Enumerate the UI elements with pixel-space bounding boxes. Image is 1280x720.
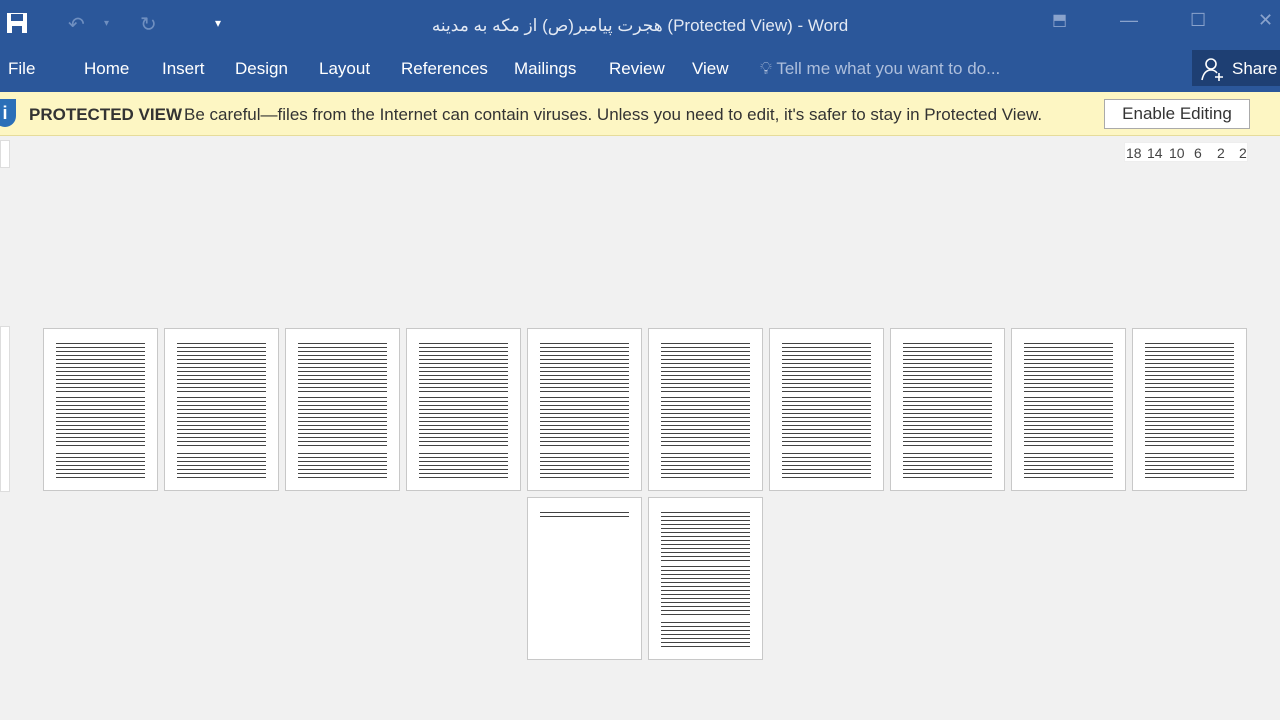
ribbon-display-icon[interactable]: ⬒ <box>1052 10 1067 30</box>
page-text <box>661 453 750 481</box>
page-text <box>419 453 508 481</box>
page-text <box>903 397 992 447</box>
page-text <box>56 343 145 393</box>
page-text <box>1145 343 1234 393</box>
protected-view-title: PROTECTED VIEW <box>29 105 183 124</box>
tab-layout[interactable]: Layout <box>319 59 370 79</box>
page-text <box>661 343 750 393</box>
close-button[interactable]: ✕ <box>1258 10 1273 31</box>
tab-home[interactable]: Home <box>84 59 129 79</box>
maximize-button[interactable]: ☐ <box>1190 10 1206 31</box>
tab-mailings[interactable]: Mailings <box>514 59 576 79</box>
tell-me-input[interactable]: 💡︎ Tell me what you want to do... <box>760 59 1000 79</box>
page-text <box>298 343 387 393</box>
page-thumbnail[interactable] <box>285 328 400 491</box>
horizontal-ruler[interactable]: 18 14 10 6 2 2 <box>1124 142 1248 162</box>
lightbulb-icon: 💡︎ <box>760 59 772 78</box>
page-text <box>782 343 871 393</box>
page-thumbnail[interactable] <box>1011 328 1126 491</box>
page-text <box>419 343 508 393</box>
page-text <box>56 453 145 481</box>
page-thumbnail[interactable] <box>527 497 642 660</box>
page-text <box>298 397 387 447</box>
page-text <box>540 512 629 518</box>
shield-info-icon: i <box>0 99 16 127</box>
page-thumbnail[interactable] <box>769 328 884 491</box>
page-text <box>1024 453 1113 481</box>
page-text <box>540 453 629 481</box>
page-text <box>903 453 992 481</box>
page-text <box>177 343 266 393</box>
window-title: هجرت پیامبر(ص) از مکه به مدینه (Protecte… <box>431 16 849 35</box>
protected-view-bar: i PROTECTED VIEW Be careful—files from t… <box>0 92 1280 136</box>
page-thumbnail[interactable] <box>527 328 642 491</box>
ribbon-tabs: File Home Insert Design Layout Reference… <box>0 46 1280 92</box>
tab-references[interactable]: References <box>401 59 488 79</box>
enable-editing-button[interactable]: Enable Editing <box>1104 99 1250 129</box>
vertical-ruler-top <box>0 140 10 168</box>
tab-file[interactable]: File <box>8 59 35 79</box>
page-text <box>56 397 145 447</box>
page-text <box>177 397 266 447</box>
page-text <box>782 453 871 481</box>
page-text <box>661 512 750 562</box>
page-text <box>903 343 992 393</box>
page-text <box>1145 397 1234 447</box>
page-text <box>540 343 629 393</box>
page-text <box>661 622 750 650</box>
page-text <box>177 453 266 481</box>
tab-view[interactable]: View <box>692 59 729 79</box>
page-thumbnail[interactable] <box>406 328 521 491</box>
tab-design[interactable]: Design <box>235 59 288 79</box>
tab-insert[interactable]: Insert <box>162 59 205 79</box>
page-text <box>661 397 750 447</box>
page-thumbnail[interactable] <box>1132 328 1247 491</box>
page-text <box>1145 453 1234 481</box>
page-text <box>661 566 750 616</box>
page-thumbnail[interactable] <box>648 328 763 491</box>
page-thumbnail[interactable] <box>43 328 158 491</box>
page-text <box>782 397 871 447</box>
protected-view-message: Be careful—files from the Internet can c… <box>184 105 1043 124</box>
vertical-ruler <box>0 326 10 492</box>
page-thumbnail[interactable] <box>648 497 763 660</box>
minimize-button[interactable]: — <box>1120 10 1138 31</box>
share-button[interactable]: Share <box>1192 50 1280 86</box>
title-bar: ↶ ▾ ↻ ▾ هجرت پیامبر(ص) از مکه به مدینه (… <box>0 0 1280 46</box>
page-text <box>419 397 508 447</box>
page-thumbnail[interactable] <box>890 328 1005 491</box>
page-thumbnail[interactable] <box>164 328 279 491</box>
page-text <box>1024 343 1113 393</box>
page-text <box>1024 397 1113 447</box>
page-text <box>540 397 629 447</box>
person-add-icon <box>1201 58 1223 81</box>
page-text <box>298 453 387 481</box>
tab-review[interactable]: Review <box>609 59 665 79</box>
